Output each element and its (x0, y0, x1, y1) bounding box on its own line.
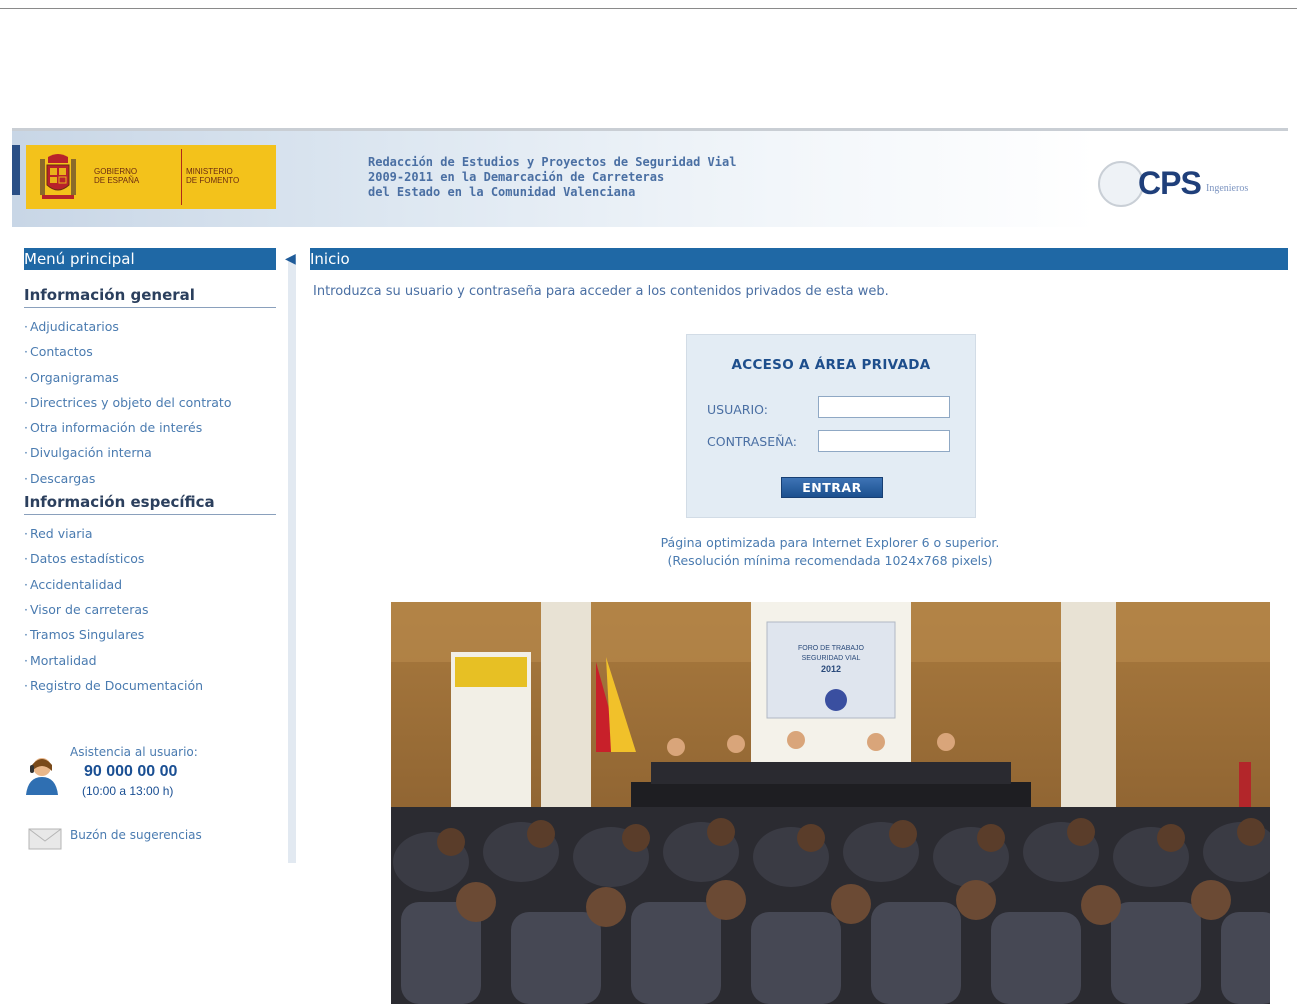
browser-note: Página optimizada para Internet Explorer… (520, 534, 1140, 570)
menu-item-directrices[interactable]: Directrices y objeto del contrato (24, 390, 276, 415)
support-label: Asistencia al usuario: (70, 745, 198, 759)
collapse-arrow-icon[interactable]: ◀ (285, 252, 296, 266)
top-border-line (0, 8, 1297, 9)
site-header: GOBIERNO DE ESPAÑA MINISTERIO DE FOMENTO… (12, 128, 1288, 227)
menu-item-divulgacion[interactable]: Divulgación interna (24, 440, 276, 465)
cps-brand-sub: Ingenieros (1206, 183, 1249, 194)
browser-note-line2: (Resolución mínima recomendada 1024x768 … (667, 553, 993, 568)
menu-item-datos-estadisticos[interactable]: Datos estadísticos (24, 546, 276, 571)
menu-item-otra-informacion[interactable]: Otra información de interés (24, 415, 276, 440)
menu-title: Menú principal (24, 248, 276, 270)
sidebar: Menú principal Información general Adjud… (24, 248, 276, 698)
ministry-label: MINISTERIO DE FOMENTO (186, 167, 240, 185)
username-input[interactable] (818, 396, 950, 418)
main-title-bar: Inicio (310, 248, 1288, 270)
suggestions-label: Buzón de sugerencias (70, 828, 202, 842)
menu-item-tramos-singulares[interactable]: Tramos Singulares (24, 622, 276, 647)
conference-photo-illustration: FORO DE TRABAJO SEGURIDAD VIAL 2012 (391, 602, 1270, 1004)
menu-item-mortalidad[interactable]: Mortalidad (24, 648, 276, 673)
screen-text-3: 2012 (821, 664, 841, 674)
header-title-line3: del Estado en la Comunidad Valenciana (368, 185, 636, 199)
menu-item-adjudicatarios[interactable]: Adjudicatarios (24, 314, 276, 339)
menu-item-accidentalidad[interactable]: Accidentalidad (24, 572, 276, 597)
cps-brand: CPS (1138, 165, 1202, 201)
browser-note-line1: Página optimizada para Internet Explorer… (660, 535, 1000, 550)
section-specific-title: Información específica (24, 493, 276, 516)
support-hours: (10:00 a 13:00 h) (82, 784, 174, 798)
menu-item-contactos[interactable]: Contactos (24, 339, 276, 364)
suggestions-link[interactable]: Buzón de sugerencias (28, 822, 278, 852)
header-stripe (12, 145, 20, 195)
menu-item-organigramas[interactable]: Organigramas (24, 365, 276, 390)
login-form: ACCESO A ÁREA PRIVADA USUARIO: CONTRASEÑ… (686, 334, 976, 518)
specific-menu: Red viaria Datos estadísticos Accidental… (24, 521, 276, 698)
support-phone: 90 000 00 00 (84, 763, 178, 780)
menu-item-red-viaria[interactable]: Red viaria (24, 521, 276, 546)
gov-label: GOBIERNO DE ESPAÑA (94, 167, 140, 185)
login-title: ACCESO A ÁREA PRIVADA (731, 357, 931, 373)
logo-divider (181, 149, 182, 205)
menu-item-visor-carreteras[interactable]: Visor de carreteras (24, 597, 276, 622)
section-general-title: Información general (24, 286, 276, 308)
header-title: Redacción de Estudios y Proyectos de Seg… (368, 155, 788, 200)
password-label: CONTRASEÑA: (707, 434, 798, 449)
intro-text: Introduzca su usuario y contraseña para … (313, 284, 889, 299)
cps-logo[interactable]: CPS Ingenieros (1090, 157, 1280, 207)
government-logo[interactable]: GOBIERNO DE ESPAÑA MINISTERIO DE FOMENTO (26, 145, 276, 209)
menu-item-descargas[interactable]: Descargas (24, 466, 276, 491)
header-title-line1: Redacción de Estudios y Proyectos de Seg… (368, 155, 737, 169)
sidebar-separator (288, 258, 296, 863)
login-button[interactable]: ENTRAR (781, 477, 883, 498)
screen-text-1: FORO DE TRABAJO (798, 645, 865, 652)
screen-text-2: SEGURIDAD VIAL (802, 655, 861, 662)
username-label: USUARIO: (707, 402, 768, 417)
general-menu: Adjudicatarios Contactos Organigramas Di… (24, 314, 276, 491)
header-title-line2: 2009-2011 en la Demarcación de Carretera… (368, 170, 665, 184)
coat-of-arms-icon (40, 154, 76, 199)
menu-item-registro-documentacion[interactable]: Registro de Documentación (24, 673, 276, 698)
envelope-icon (28, 828, 62, 850)
conference-photo: FORO DE TRABAJO SEGURIDAD VIAL 2012 (391, 602, 1270, 1004)
password-input[interactable] (818, 430, 950, 452)
user-support: Asistencia al usuario: 90 000 00 00 (10:… (24, 745, 276, 805)
support-agent-icon (26, 758, 58, 795)
